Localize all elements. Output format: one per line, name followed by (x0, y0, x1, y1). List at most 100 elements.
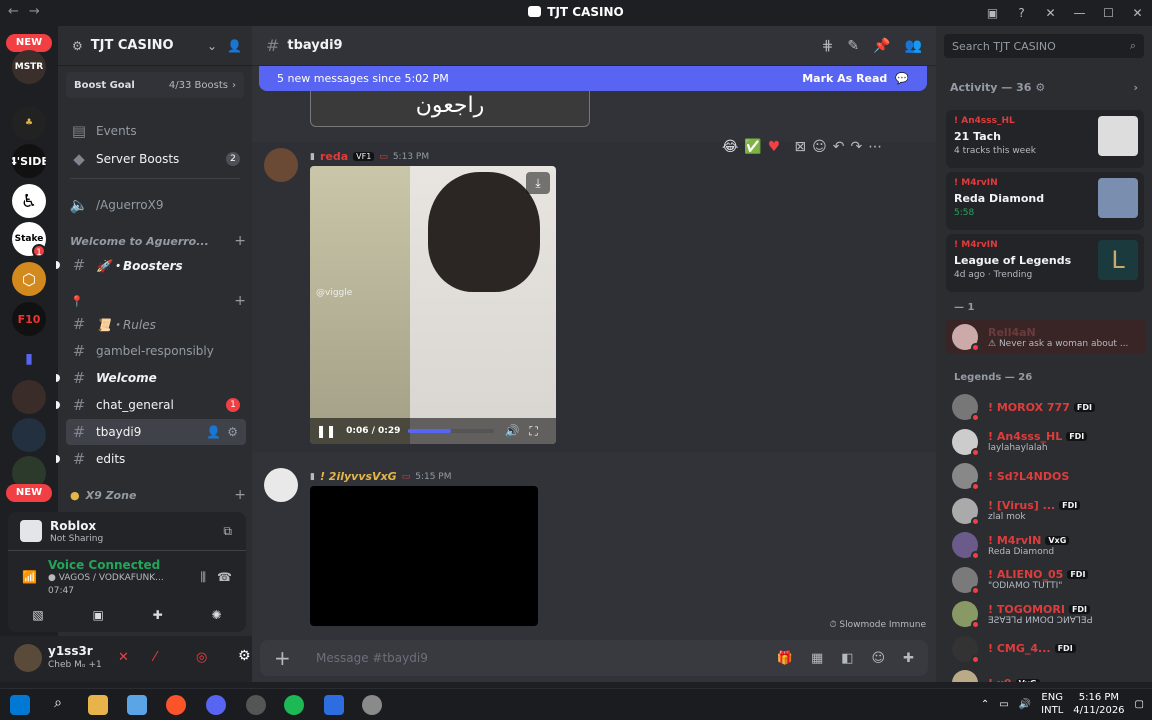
volume-icon[interactable]: 🔊 (504, 424, 519, 438)
search-input[interactable]: Search TJT CASINO ⌕ (944, 34, 1144, 58)
maximize-button[interactable]: ☐ (1094, 6, 1123, 20)
gif-icon[interactable]: ▦ (811, 651, 823, 666)
disconnect-icon[interactable]: ☎ (217, 570, 232, 584)
message-author[interactable]: reda (320, 150, 348, 163)
server-icon-lucky[interactable]: ♣ (12, 106, 46, 140)
server-icon-night[interactable] (12, 418, 46, 452)
voice-connected-title[interactable]: Voice Connected (48, 558, 160, 572)
message-author[interactable]: ! 2ilyvvsVxG (320, 470, 397, 483)
reply-icon[interactable]: ↶ (833, 139, 845, 155)
member-row[interactable]: ! ALIENO_05 FDI "ODIAMO TUTTI" (946, 563, 1146, 597)
mark-as-read-button[interactable]: Mark As Read (802, 72, 887, 85)
app-icon-2[interactable] (362, 695, 382, 715)
server-icon-4side[interactable]: 4'SIDE (12, 144, 46, 178)
message-input[interactable]: Message #tbaydi9 (316, 651, 428, 665)
server-folder-icon[interactable]: ▮ (12, 342, 46, 376)
category-welcome[interactable]: Welcome to Aguerro... + (70, 232, 246, 250)
server-icon-masters[interactable]: MSTR (12, 50, 46, 84)
server-icon-portrait[interactable] (12, 380, 46, 414)
voice-channel-name[interactable]: ● VAGOS / VODKAFUNK... (48, 573, 164, 583)
close-button[interactable]: ✕ (1123, 6, 1152, 20)
server-header[interactable]: ⚙ TJT CASINO ⌄ 👤 (58, 26, 252, 66)
activity-card[interactable]: ! M4rvIN League of Legends 4d ago · Tren… (946, 234, 1144, 292)
inbox-icon[interactable]: ▣ (978, 6, 1007, 20)
add-channel-icon[interactable]: + (234, 233, 246, 249)
video-progress[interactable] (408, 429, 495, 433)
clock[interactable]: 5:16 PM 4/11/2026 (1073, 691, 1124, 717)
boost-goal[interactable]: Boost Goal 4/33 Boosts › (66, 72, 244, 98)
soundboard-icon[interactable]: ✺ (212, 608, 222, 622)
member-row[interactable]: ! [Virus] ... FDI zlal mok (946, 494, 1146, 528)
pause-icon[interactable]: ❚❚ (316, 424, 336, 438)
reaction-heart-icon[interactable]: ♥ (768, 139, 781, 155)
avatar[interactable] (264, 148, 298, 182)
invite-icon[interactable]: 👤 (206, 425, 221, 439)
server-icon-accessibility[interactable]: ♿ (12, 184, 46, 218)
sticker-icon[interactable]: ◧ (841, 651, 853, 666)
obs-icon[interactable] (246, 695, 266, 715)
volume-icon[interactable]: 🔊 (1019, 699, 1031, 710)
video-attachment[interactable]: @viggle ⤓ ❚❚ 0:06 / 0:29 🔊 ⛶ (310, 166, 556, 444)
notifications-icon[interactable]: ▢ (1135, 699, 1144, 710)
more-icon[interactable]: ⋯ (868, 139, 882, 155)
new-messages-bar[interactable]: 5 new messages since 5:02 PM Mark As Rea… (259, 66, 927, 91)
server-icon-f10[interactable]: F10 (12, 302, 46, 336)
headset-icon[interactable]: ◎ (196, 650, 207, 665)
mute-icon[interactable]: ✕ (118, 650, 129, 665)
network-icon[interactable]: ▭ (999, 699, 1008, 710)
chevron-up-icon[interactable]: ⌃ (981, 699, 989, 710)
member-row[interactable]: ! x9VxG (946, 666, 1146, 682)
channel-tbaydi9[interactable]: # tbaydi9 👤 ⚙ (66, 419, 246, 445)
new-unreads-pill-bottom[interactable]: NEW (6, 484, 52, 502)
fullscreen-icon[interactable]: ⛶ (529, 424, 537, 439)
language-indicator[interactable]: ENG INTL (1041, 691, 1063, 717)
search-icon[interactable]: ⌕ (48, 695, 68, 715)
events-link[interactable]: ▤ Events (58, 118, 252, 144)
member-row[interactable]: Rell4aN ⚠ Never ask a woman about ... (946, 320, 1146, 354)
activity-header[interactable]: Activity — 36 ⚙ › (936, 68, 1152, 106)
notifications-off-icon[interactable]: ✎ (847, 38, 859, 54)
channel-chat-general[interactable]: # chat_general 1 (56, 392, 252, 418)
noise-suppression-icon[interactable]: ⫼ (200, 570, 206, 585)
settings-gear-icon[interactable]: ⚙ (227, 425, 238, 439)
hide-icon[interactable]: ⊠ (794, 139, 806, 155)
server-boosts-link[interactable]: ◆ Server Boosts 2 (58, 146, 252, 172)
channel-welcome[interactable]: # Welcome (56, 365, 252, 391)
member-row[interactable]: ! MOROX 777 FDI (946, 390, 1146, 424)
emoji-icon[interactable]: ☺ (872, 651, 886, 666)
threads-icon[interactable]: ⋕ (822, 38, 834, 54)
discord-taskbar-icon[interactable] (206, 695, 226, 715)
video-attachment-black[interactable] (310, 486, 538, 626)
server-icon-gold[interactable]: ⬡ (12, 262, 46, 296)
chevron-right-icon[interactable]: › (1133, 81, 1138, 94)
brave-icon[interactable] (166, 695, 186, 715)
member-row[interactable]: ! An4sss_HL FDI laylahaylalah (946, 425, 1146, 459)
pinned-icon[interactable]: 📌 (873, 38, 890, 54)
spotify-icon[interactable] (284, 695, 304, 715)
file-explorer-icon[interactable] (88, 695, 108, 715)
member-row[interactable]: ! CMG_4... FDI (946, 632, 1146, 666)
minimize-button[interactable]: — (1065, 6, 1094, 20)
add-reaction-icon[interactable]: ☺ (812, 139, 827, 155)
channel-boosters[interactable]: # 🚀・Boosters (56, 252, 252, 278)
voice-channel-aguerrox9[interactable]: 🔈 /AguerroX9 (58, 192, 252, 218)
download-icon[interactable]: ⤓ (526, 172, 550, 194)
avatar[interactable] (264, 468, 298, 502)
forward-icon[interactable]: ↷ (850, 139, 862, 155)
activities-icon[interactable]: ✚ (153, 608, 163, 622)
user-settings-gear-icon[interactable]: ⚙ (238, 648, 251, 664)
gear-icon[interactable]: ⚙ (1035, 81, 1045, 94)
reaction-check-icon[interactable]: ✅ (744, 139, 761, 155)
category-pin[interactable]: 📍 + (70, 292, 246, 310)
upload-plus-icon[interactable]: + (274, 646, 300, 670)
store-icon[interactable] (127, 695, 147, 715)
help-icon[interactable]: ? (1007, 6, 1036, 20)
app-icon[interactable] (324, 695, 344, 715)
activity-card[interactable]: ! M4rvIN Reda Diamond 5:58 (946, 172, 1144, 230)
screen-share-icon[interactable]: ▣ (93, 608, 104, 622)
activity-card[interactable]: ! An4sss_HL 21 Tach 4 tracks this week (946, 110, 1144, 168)
avatar[interactable] (14, 644, 42, 672)
camera-off-icon[interactable]: ▧ (32, 608, 43, 622)
apps-icon[interactable]: ✚ (903, 651, 914, 666)
channel-rules[interactable]: # 📜・Rules (58, 311, 252, 337)
